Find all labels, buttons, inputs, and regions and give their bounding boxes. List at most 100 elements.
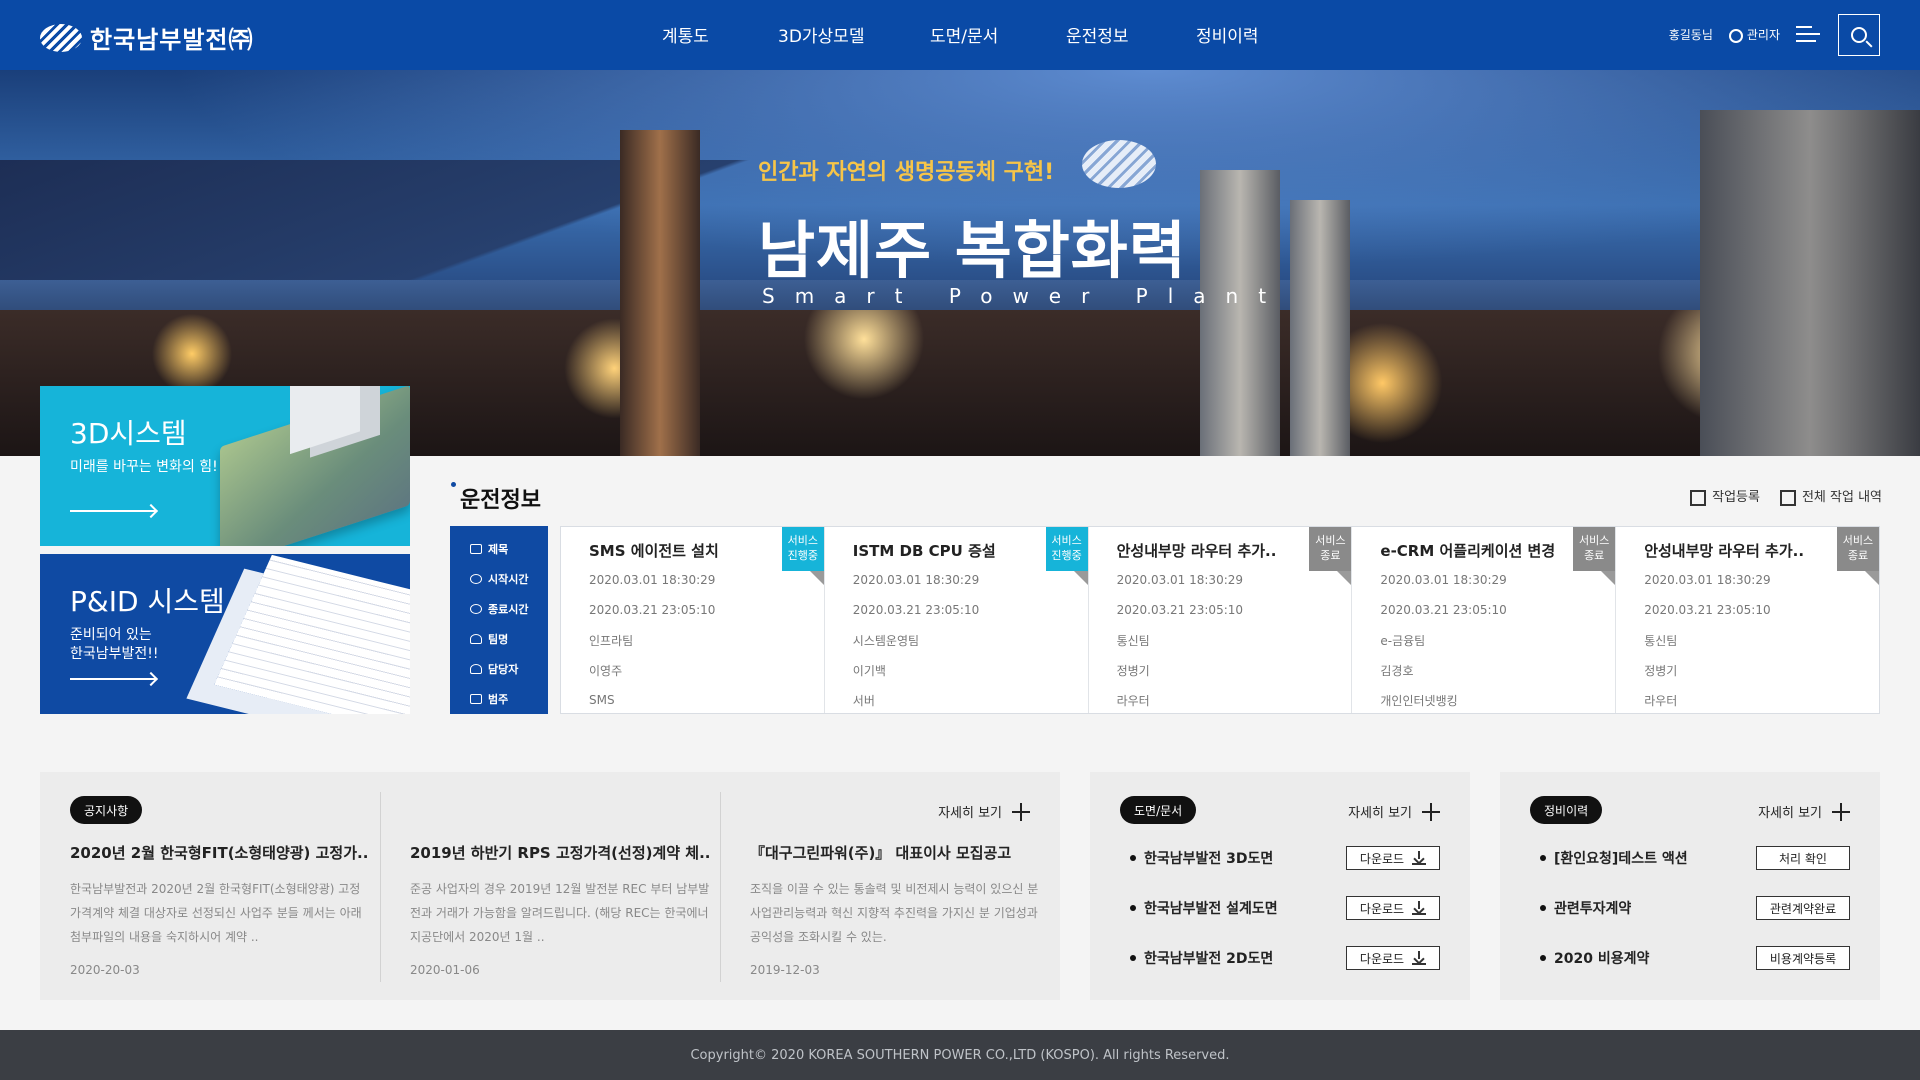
drawing-row: 한국남부발전 3D도면 다운로드 xyxy=(1130,844,1440,872)
label-text: 제목 xyxy=(488,543,509,556)
operation-item-category: 서버 xyxy=(852,693,875,708)
pid-system-desc: 준비되어 있는 한국남부발전!! xyxy=(70,627,159,662)
maintenance-row: 2020 비용계약 비용계약등록 xyxy=(1540,944,1850,972)
nav-item-3d-model[interactable]: 3D가상모델 xyxy=(778,22,864,47)
contract-register-button[interactable]: 비용계약등록 xyxy=(1756,946,1850,970)
operation-item-team: 통신팀 xyxy=(1644,633,1678,648)
search-button[interactable] xyxy=(1838,14,1880,56)
plus-icon xyxy=(1832,802,1850,821)
label-text: 범주 xyxy=(488,693,509,706)
operation-grid: SMS 에이전트 설치 2020.03.01 18:30:29 2020.03.21… xyxy=(560,526,1880,714)
register-work-link[interactable]: 작업등록 xyxy=(1690,486,1760,506)
drawing-name[interactable]: 한국남부발전 설계도면 xyxy=(1130,898,1278,918)
download-label: 다운로드 xyxy=(1359,901,1405,916)
operation-item-manager: 정병기 xyxy=(1644,663,1678,678)
kospo-emblem-icon xyxy=(1082,140,1156,188)
operation-section-title: 운전정보 xyxy=(451,482,541,514)
hero-slogan: 인간과 자연의 생명공동체 구현! xyxy=(758,160,1055,185)
label-category: 범주 xyxy=(450,684,548,714)
notice-title: 2020년 2월 한국형FIT(소형태양광) 고정가.. xyxy=(70,844,369,862)
download-button[interactable]: 다운로드 xyxy=(1346,946,1440,970)
hero-title: 남제주 복합화력 xyxy=(758,214,1187,287)
status-badge: 서비스 종료 xyxy=(1836,527,1879,585)
operation-item-category: SMS xyxy=(589,693,615,707)
3d-system-desc: 미래를 바꾸는 변화의 힘! xyxy=(70,459,218,475)
hero-silo xyxy=(1200,170,1280,456)
user-utility: 홍길동님 관리자 xyxy=(1669,26,1780,43)
download-button[interactable]: 다운로드 xyxy=(1346,896,1440,920)
notice-more-link[interactable]: 자세히 보기 xyxy=(938,802,1030,821)
download-label: 다운로드 xyxy=(1359,851,1405,866)
contract-complete-button[interactable]: 관련계약완료 xyxy=(1756,896,1850,920)
operation-item[interactable]: ISTM DB CPU 증설 2020.03.01 18:30:29 2020.03… xyxy=(825,527,1089,713)
operation-item[interactable]: 안성내부망 라우터 추가.. 2020.03.01 18:30:29 2020.03… xyxy=(1616,527,1879,713)
notice-item[interactable]: 『대구그린파워(주)』 대표이사 모집공고 조직을 이끌 수 있는 통솔력 및 … xyxy=(750,842,1050,977)
admin-link[interactable]: 관리자 xyxy=(1728,26,1780,43)
all-work-history-link[interactable]: 전체 작업 내역 xyxy=(1779,486,1882,506)
download-icon xyxy=(1412,851,1427,865)
hamburger-menu-icon[interactable] xyxy=(1796,26,1820,42)
hero-plant-structure xyxy=(620,130,700,456)
drawing-name[interactable]: 한국남부발전 2D도면 xyxy=(1130,948,1273,968)
drawing-row: 한국남부발전 설계도면 다운로드 xyxy=(1130,894,1440,922)
person-icon xyxy=(470,664,482,674)
label-text: 팀명 xyxy=(488,633,509,646)
clock-icon xyxy=(470,604,482,614)
operation-item[interactable]: 안성내부망 라우터 추가.. 2020.03.01 18:30:29 2020.03… xyxy=(1089,527,1353,713)
edit-icon xyxy=(1690,489,1707,506)
label-manager: 담당자 xyxy=(450,654,548,684)
confirm-process-button[interactable]: 처리 확인 xyxy=(1756,846,1850,870)
operation-item-title: SMS 에이전트 설치 xyxy=(589,541,719,560)
pid-system-card[interactable]: P&ID 시스템 준비되어 있는 한국남부발전!! xyxy=(40,554,410,714)
operation-item-team: 시스템운영팀 xyxy=(852,633,920,648)
status-badge: 서비스 종료 xyxy=(1309,527,1352,585)
maintenance-panel: 정비이력 자세히 보기 [환인요청]테스트 액션 처리 확인 관련투자계약 관련… xyxy=(1500,772,1880,1000)
logo[interactable]: 한국남부발전㈜ xyxy=(40,20,253,55)
download-button[interactable]: 다운로드 xyxy=(1346,846,1440,870)
kospo-logo-icon xyxy=(40,23,82,52)
download-icon xyxy=(1412,901,1427,915)
notice-item[interactable]: 2019년 하반기 RPS 고정가격(선정)계약 체.. 준공 사업자의 경우 … xyxy=(410,842,710,977)
nav-item-operation[interactable]: 운전정보 xyxy=(1066,22,1129,47)
notice-item[interactable]: 2020년 2월 한국형FIT(소형태양광) 고정가.. 한국남부발전과 202… xyxy=(70,842,370,977)
notice-panel: 공지사항 자세히 보기 2020년 2월 한국형FIT(소형태양광) 고정가..… xyxy=(40,772,1060,1000)
arrow-right-icon xyxy=(70,510,156,512)
more-label: 자세히 보기 xyxy=(1758,806,1822,821)
nav-item-drawings[interactable]: 도면/문서 xyxy=(930,22,998,47)
nav-item-maintenance[interactable]: 정비이력 xyxy=(1196,22,1259,47)
notice-badge: 공지사항 xyxy=(70,796,143,824)
label-team: 팀명 xyxy=(450,624,548,654)
3d-system-card[interactable]: 3D시스템 미래를 바꾸는 변화의 힘! xyxy=(40,386,410,546)
divider xyxy=(720,792,721,982)
document-list-icon xyxy=(1779,489,1796,506)
operation-item-end: 2020.03.21 23:05:10 xyxy=(589,603,716,617)
maintenance-more-link[interactable]: 자세히 보기 xyxy=(1758,802,1850,821)
label-text: 시작시간 xyxy=(488,573,529,586)
register-work-label: 작업등록 xyxy=(1712,490,1760,505)
nav-item-schematic[interactable]: 계통도 xyxy=(662,22,709,47)
hero-slogan-wrap: 인간과 자연의 생명공동체 구현! xyxy=(758,154,1054,186)
maintenance-badge: 정비이력 xyxy=(1530,796,1603,824)
admin-label: 관리자 xyxy=(1746,28,1780,42)
notice-date: 2020-20-03 xyxy=(70,963,140,977)
operation-item-title: 안성내부망 라우터 추가.. xyxy=(1116,541,1277,560)
maintenance-name[interactable]: 관련투자계약 xyxy=(1540,898,1631,918)
search-icon xyxy=(1851,27,1867,43)
maintenance-row: 관련투자계약 관련계약완료 xyxy=(1540,894,1850,922)
notice-date: 2019-12-03 xyxy=(750,963,820,977)
plus-icon xyxy=(1422,802,1440,821)
maintenance-name[interactable]: 2020 비용계약 xyxy=(1540,948,1649,968)
drawing-row: 한국남부발전 2D도면 다운로드 xyxy=(1130,944,1440,972)
operation-item[interactable]: SMS 에이전트 설치 2020.03.01 18:30:29 2020.03.21… xyxy=(561,527,825,713)
drawings-more-link[interactable]: 자세히 보기 xyxy=(1348,802,1440,821)
drawings-panel: 도면/문서 자세히 보기 한국남부발전 3D도면 다운로드 한국남부발전 설계도… xyxy=(1090,772,1470,1000)
drawing-name[interactable]: 한국남부발전 3D도면 xyxy=(1130,848,1273,868)
hero-silo xyxy=(1290,200,1350,456)
maintenance-name[interactable]: [환인요청]테스트 액션 xyxy=(1540,848,1688,868)
divider xyxy=(380,792,381,982)
drawings-badge: 도면/문서 xyxy=(1120,796,1197,824)
user-name[interactable]: 홍길동님 xyxy=(1669,26,1713,43)
operation-item[interactable]: e-CRM 어플리케이션 변경 2020.03.01 18:30:29 2020.0… xyxy=(1352,527,1617,713)
operation-item-manager: 김경호 xyxy=(1380,663,1414,678)
folder-icon xyxy=(470,694,482,704)
